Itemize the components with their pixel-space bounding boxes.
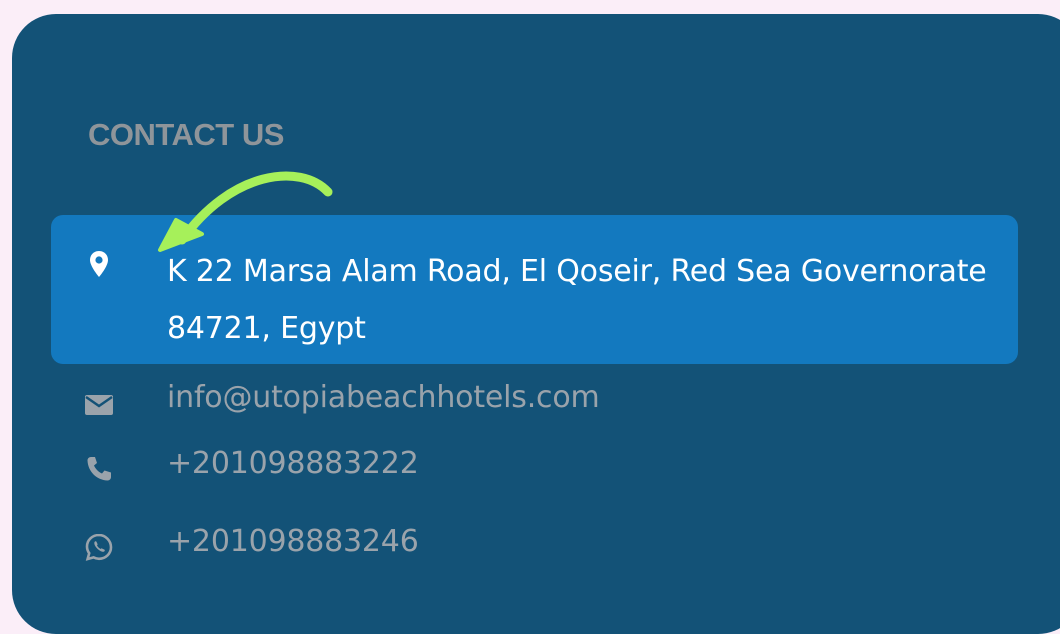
contact-heading: CONTACT US <box>88 117 284 152</box>
contact-card: CONTACT US K 22 Marsa Alam Road, El Qose… <box>12 14 1060 634</box>
contact-phone-link[interactable]: +201098883222 <box>167 446 419 481</box>
whatsapp-icon <box>82 530 116 564</box>
envelope-icon <box>82 388 116 422</box>
arrow-annotation-icon <box>158 171 333 252</box>
contact-email-link[interactable]: info@utopiabeachhotels.com <box>167 380 600 415</box>
contact-whatsapp-link[interactable]: +201098883246 <box>167 524 419 559</box>
map-pin-icon <box>82 247 116 281</box>
phone-icon <box>82 452 116 486</box>
